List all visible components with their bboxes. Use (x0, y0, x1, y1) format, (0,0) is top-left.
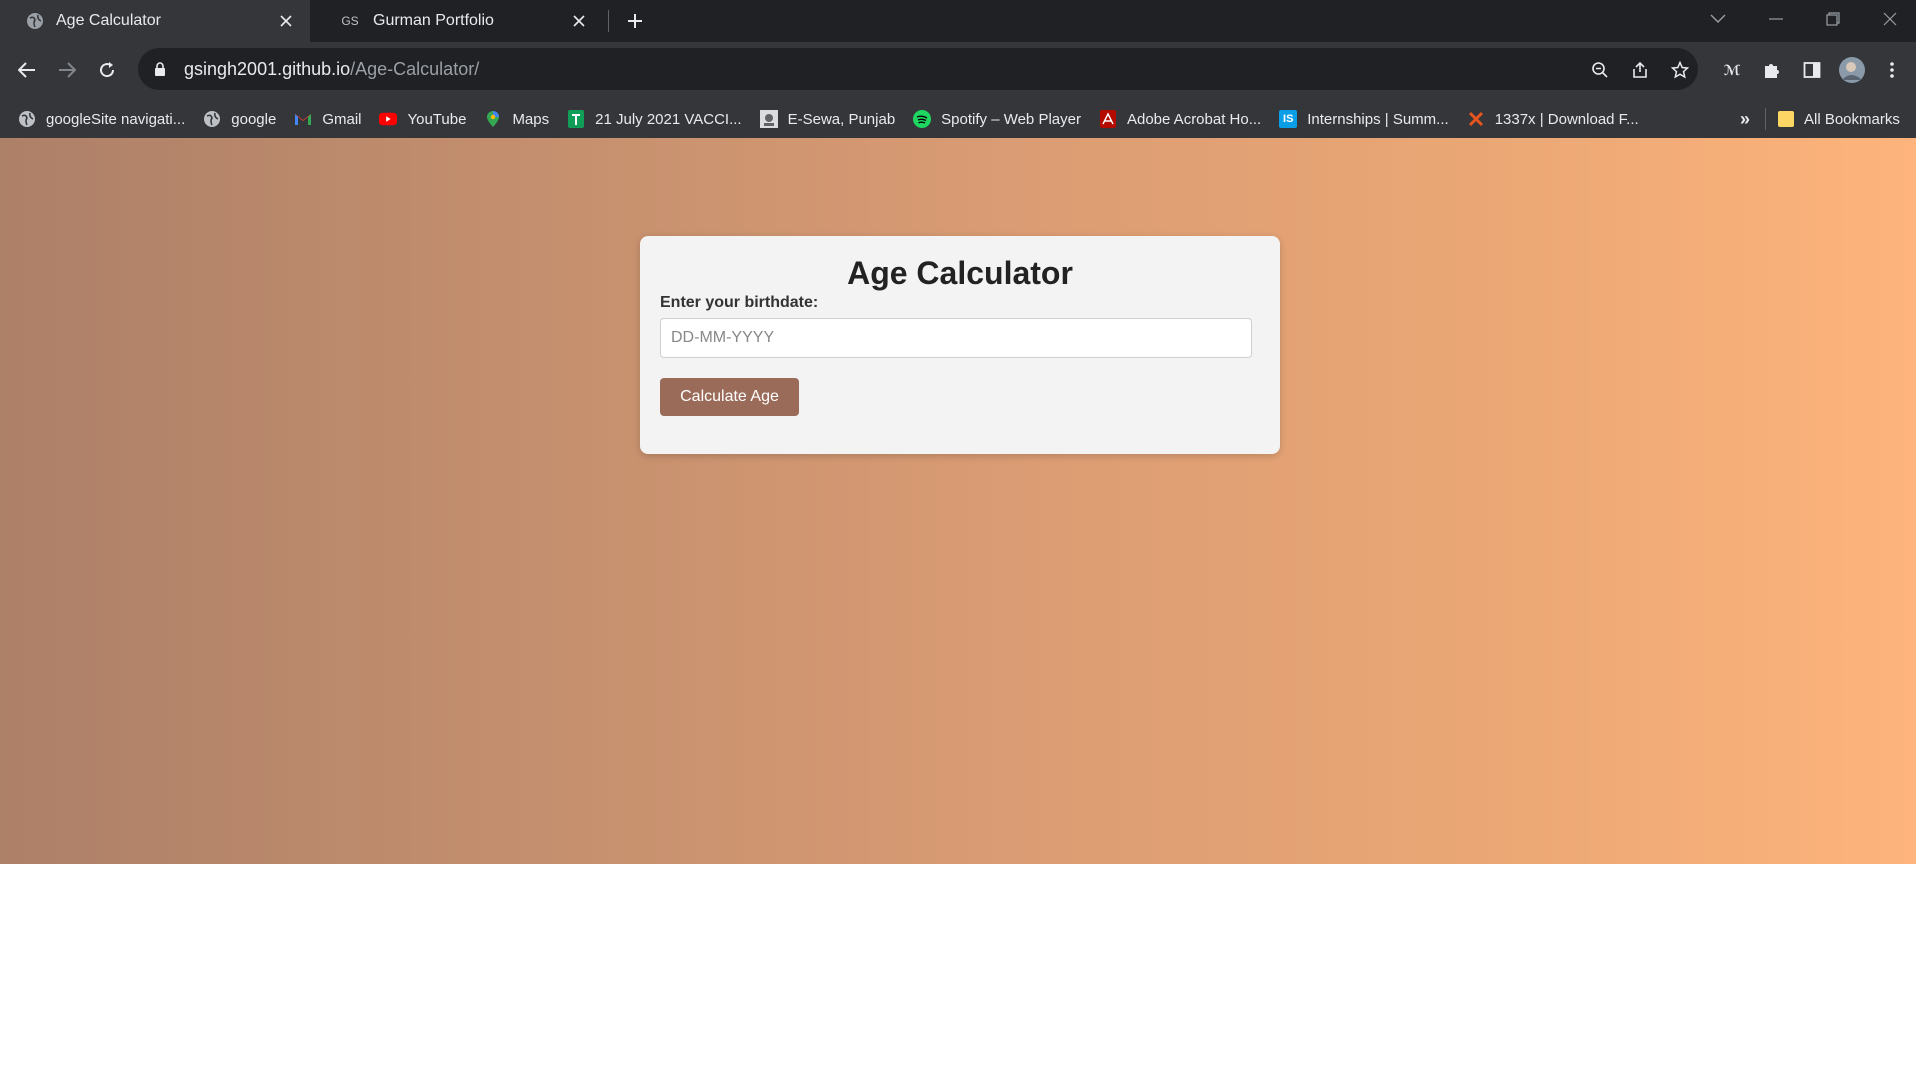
bookmarks-bar: googleSite navigati... google Gmail YouT… (0, 100, 1916, 138)
tab-separator (608, 10, 609, 32)
reload-button[interactable] (91, 54, 123, 86)
tab-search-button[interactable] (1690, 0, 1746, 38)
extension-button[interactable]: ℳ (1716, 54, 1748, 86)
reload-icon (100, 62, 115, 78)
plus-icon (628, 14, 642, 28)
globe-icon (203, 110, 221, 128)
tab-age-calculator[interactable]: Age Calculator (0, 0, 310, 42)
chrome-menu-button[interactable] (1876, 54, 1908, 86)
bookmark-label: Maps (512, 110, 550, 128)
avatar (1839, 57, 1865, 83)
all-bookmarks-label: All Bookmarks (1804, 110, 1900, 128)
tab-title: Age Calculator (56, 12, 161, 29)
close-icon (1883, 12, 1897, 26)
zoom-icon[interactable] (1590, 60, 1610, 80)
gs-favicon-icon: GS (341, 14, 359, 28)
back-button[interactable] (11, 54, 43, 86)
lock-icon[interactable] (154, 61, 170, 77)
back-arrow-icon (18, 62, 35, 78)
side-panel-button[interactable] (1796, 54, 1828, 86)
folder-icon (1778, 110, 1794, 128)
profile-button[interactable] (1836, 54, 1868, 86)
age-calculator-card: Age Calculator Enter your birthdate: Cal… (640, 236, 1280, 454)
chevron-down-icon (1710, 14, 1726, 23)
bookmark-gmail[interactable]: Gmail (294, 103, 361, 135)
tab-title: Gurman Portfolio (373, 12, 494, 29)
new-tab-button[interactable] (620, 6, 650, 36)
side-panel-icon (1803, 62, 1821, 78)
bookmarks-divider (1765, 108, 1766, 130)
extensions-menu-button[interactable] (1756, 54, 1788, 86)
internshala-icon: IS (1279, 110, 1298, 128)
url-text[interactable]: gsingh2001.github.io/Age-Calculator/ (184, 59, 479, 80)
bookmarks-overflow-button[interactable]: » (1740, 100, 1750, 138)
bookmark-1337x[interactable]: 1337x | Download F... (1467, 103, 1639, 135)
tab-gurman-portfolio[interactable]: GS Gurman Portfolio (313, 0, 603, 42)
close-window-button[interactable] (1862, 0, 1916, 38)
close-tab-icon[interactable] (565, 7, 593, 35)
bookmark-google[interactable]: google (203, 103, 276, 135)
bookmark-label: Adobe Acrobat Ho... (1126, 110, 1262, 128)
bookmark-esewa[interactable]: E-Sewa, Punjab (759, 103, 896, 135)
globe-icon (18, 110, 36, 128)
bookmark-vaccine-sheet[interactable]: 21 July 2021 VACCI... (567, 103, 742, 135)
bookmark-label: google (231, 110, 277, 128)
forward-arrow-icon (59, 62, 76, 78)
bookmark-label: 1337x | Download F... (1494, 110, 1639, 128)
minimize-icon (1769, 18, 1783, 20)
restore-button[interactable] (1805, 0, 1861, 38)
bookmark-label: Gmail (322, 110, 362, 128)
bookmark-googlesite[interactable]: googleSite navigati... (18, 103, 185, 135)
url-path: /Age-Calculator/ (350, 58, 480, 79)
forward-button[interactable] (51, 54, 83, 86)
bookmark-youtube[interactable]: YouTube (379, 103, 466, 135)
bookmark-spotify[interactable]: Spotify – Web Player (913, 103, 1081, 135)
bookmark-maps[interactable]: Maps (484, 103, 549, 135)
bookmark-label: YouTube (407, 110, 467, 128)
bookmark-label: 21 July 2021 VACCI... (595, 110, 742, 128)
maps-pin-icon (484, 110, 502, 128)
address-bar[interactable]: gsingh2001.github.io/Age-Calculator/ (138, 48, 1698, 90)
browser-toolbar: gsingh2001.github.io/Age-Calculator/ ℳ g… (0, 42, 1916, 138)
x-logo-icon (1467, 110, 1485, 128)
acrobat-icon (1099, 110, 1117, 128)
all-bookmarks-button[interactable]: All Bookmarks (1778, 100, 1900, 138)
bookmark-star-icon[interactable] (1670, 60, 1690, 80)
extension-logo-icon: ℳ (1723, 61, 1741, 78)
sheets-icon (567, 110, 585, 128)
tab-strip: Age Calculator GS Gurman Portfolio (0, 0, 1916, 42)
page-blank-area (0, 864, 1916, 1080)
bookmark-internships[interactable]: IS Internships | Summ... (1279, 103, 1449, 135)
page-title: Age Calculator (847, 255, 1073, 291)
url-host: gsingh2001.github.io (184, 58, 351, 79)
bookmark-acrobat[interactable]: Adobe Acrobat Ho... (1099, 103, 1261, 135)
bookmark-label: E-Sewa, Punjab (787, 110, 896, 128)
close-tab-icon[interactable] (272, 7, 300, 35)
minimize-button[interactable] (1748, 0, 1804, 38)
gmail-icon (294, 110, 312, 128)
birthdate-label: Enter your birthdate: (660, 294, 819, 311)
globe-icon (26, 12, 44, 30)
birthdate-input[interactable] (660, 318, 1252, 358)
bookmark-label: Internships | Summ... (1307, 110, 1449, 128)
restore-icon (1826, 12, 1840, 26)
emblem-icon (759, 110, 778, 128)
page-background: Age Calculator Enter your birthdate: Cal… (0, 138, 1916, 864)
share-icon[interactable] (1630, 60, 1650, 80)
puzzle-icon (1765, 64, 1779, 78)
bookmark-label: Spotify – Web Player (941, 110, 1081, 128)
calculate-age-button[interactable]: Calculate Age (660, 378, 799, 416)
double-chevron-icon: » (1740, 108, 1751, 129)
kebab-menu-icon (1890, 62, 1894, 78)
youtube-icon (379, 110, 398, 128)
bookmark-label: googleSite navigati... (46, 110, 186, 128)
spotify-icon (913, 110, 932, 128)
